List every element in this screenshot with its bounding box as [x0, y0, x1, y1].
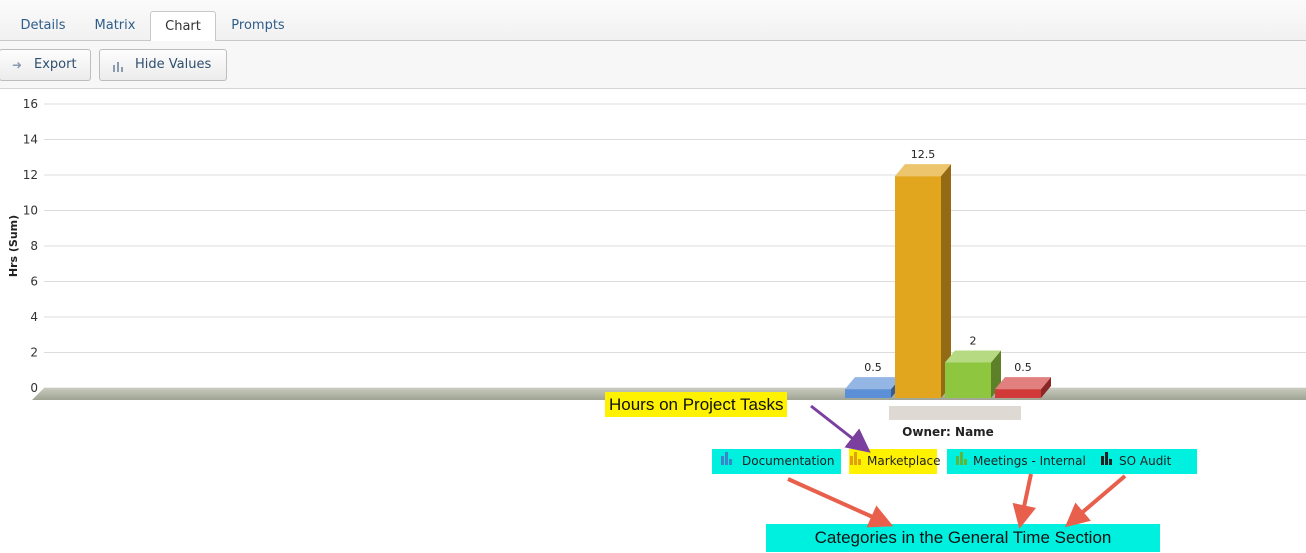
legend-item-meetings-internal[interactable]: Meetings - Internal [947, 449, 1097, 474]
hours-callout: Hours on Project Tasks [605, 392, 788, 417]
red-arrow [787, 477, 894, 528]
y-axis-label: Hrs (Sum) [7, 215, 20, 277]
y-tick-label: 16 [23, 97, 38, 111]
legend-label: SO Audit [1119, 454, 1172, 468]
bar [845, 389, 891, 398]
bar-chart-icon [956, 449, 968, 474]
data-label: 2 [970, 335, 977, 348]
legend-item-so-audit[interactable]: SO Audit [1097, 449, 1197, 474]
bar [945, 362, 991, 398]
hide-values-label: Hide Values [135, 57, 212, 72]
category-band [889, 406, 1021, 420]
y-tick-label: 4 [30, 310, 38, 324]
arrow-right-icon: ➜ [12, 58, 23, 72]
y-tick-label: 8 [30, 239, 38, 253]
legend-label: Meetings - Internal [973, 454, 1086, 468]
legend-item-marketplace[interactable]: Marketplace [849, 449, 941, 474]
legend-item-documentation[interactable]: Documentation [712, 449, 841, 474]
legend-label: Marketplace [867, 454, 941, 468]
export-label: Export [34, 57, 77, 72]
y-tick-label: 6 [30, 275, 38, 289]
x-axis-label: Owner: Name [902, 425, 994, 439]
data-label: 0.5 [1014, 361, 1032, 374]
bar [995, 389, 1041, 398]
y-tick-label: 14 [23, 133, 38, 147]
tab-chart[interactable]: Chart [150, 11, 216, 42]
legend-label: Documentation [742, 454, 835, 468]
categories-callout: Categories in the General Time Section [766, 524, 1160, 552]
chart-toolbar: ➜ Export Hide Values [0, 41, 1306, 89]
red-arrow [1012, 473, 1037, 529]
data-label: 12.5 [911, 148, 936, 161]
hide-values-button[interactable]: Hide Values [99, 49, 227, 81]
bar-chart-icon [1101, 449, 1113, 474]
tab-matrix[interactable]: Matrix [86, 12, 144, 40]
bar [895, 176, 941, 398]
tab-bar: Details Matrix Chart Prompts [0, 0, 1306, 42]
bar-chart-icon [112, 50, 126, 80]
y-tick-label: 2 [30, 346, 38, 360]
red-arrow [1064, 474, 1127, 528]
data-label: 0.5 [864, 361, 882, 374]
tab-details[interactable]: Details [12, 12, 74, 40]
y-tick-label: 12 [23, 168, 38, 182]
y-tick-label: 10 [23, 204, 38, 218]
bar-chart-icon [850, 449, 862, 474]
export-button[interactable]: ➜ Export [0, 49, 91, 81]
tab-prompts[interactable]: Prompts [224, 12, 292, 40]
bar-chart-icon [721, 449, 733, 474]
y-tick-label: 0 [30, 381, 38, 395]
